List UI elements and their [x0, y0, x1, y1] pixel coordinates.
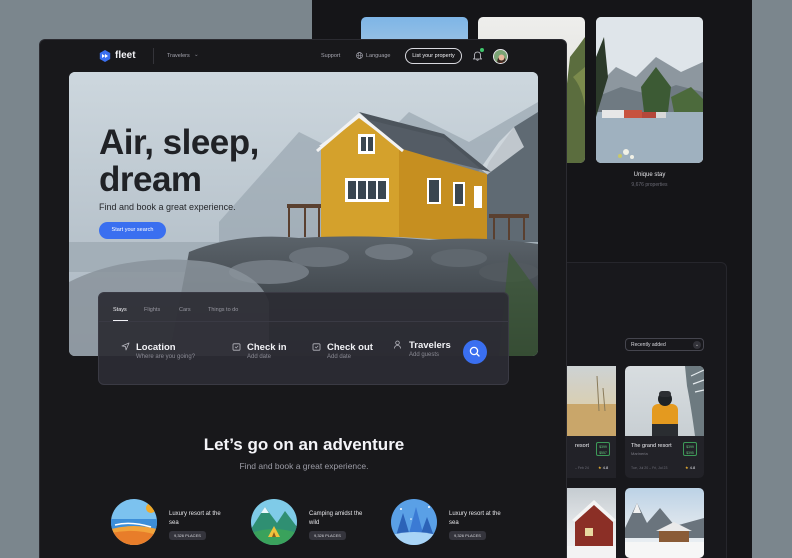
rating-value: 4.8	[689, 465, 696, 470]
check-out-label: Check out	[327, 342, 373, 353]
main-window: fleet Travelers ⌄ Support Language List …	[39, 39, 567, 558]
language-selector[interactable]: Language	[366, 53, 390, 59]
brand-name[interactable]: fleet	[115, 50, 136, 61]
places-count-badge: 9,326 PLACES	[309, 531, 346, 540]
category-name: Luxury resort at the sea	[169, 511, 221, 526]
search-button[interactable]	[463, 340, 487, 364]
user-photo	[494, 50, 507, 63]
category-image-sea-resort[interactable]	[111, 499, 157, 545]
listing-rating: ★ 4.8	[685, 465, 695, 470]
rating-value: 4.8	[602, 465, 609, 470]
active-tab-indicator	[113, 320, 128, 321]
tab-flights[interactable]: Flights	[144, 307, 160, 313]
calendar-icon	[312, 343, 321, 351]
listing-image[interactable]	[625, 366, 704, 436]
listing-title: resort	[575, 443, 590, 449]
tabs-divider	[99, 321, 508, 322]
sort-dropdown[interactable]: Recently added ⌄	[625, 338, 704, 351]
mountain-lodge-image	[625, 503, 704, 558]
category-name: Camping amidst the wild	[309, 511, 363, 526]
start-search-button[interactable]: Start your search	[99, 222, 166, 239]
location-placeholder: Where are you going?	[136, 354, 196, 360]
adventure-subtitle: Find and book a great experience.	[239, 461, 369, 471]
lake-houses-image	[596, 17, 703, 163]
travelers-placeholder: Add guests	[409, 352, 440, 358]
location-label: Location	[136, 342, 176, 353]
search-panel: Stays Flights Cars Things to do Location…	[98, 292, 509, 385]
search-icon	[469, 346, 480, 357]
hero-subtitle: Find and book a great experience.	[99, 202, 236, 212]
travelers-menu[interactable]: Travelers	[167, 53, 190, 59]
unique-stay-count: 9,676 properties	[631, 182, 668, 188]
avatar[interactable]	[493, 49, 508, 64]
sort-label: Recently added	[631, 342, 666, 348]
bell-icon[interactable]	[473, 51, 482, 61]
beach-sunset-illustration	[111, 499, 157, 545]
unique-stay-title: Unique stay	[633, 172, 666, 178]
globe-icon[interactable]	[356, 52, 363, 59]
listing-image[interactable]	[625, 488, 704, 558]
check-out-placeholder: Add date	[327, 354, 352, 360]
hero-title: Air, sleep, dream	[99, 123, 259, 199]
listing-card[interactable]: The grand resort Marineria $399 $395 Tue…	[625, 436, 704, 478]
support-link[interactable]: Support	[321, 53, 340, 59]
check-in-label: Check in	[247, 342, 287, 353]
unique-stay-image[interactable]	[596, 17, 703, 163]
listing-location: Marineria	[631, 451, 648, 456]
divider	[153, 48, 154, 64]
camping-illustration	[251, 499, 297, 545]
price-new: $557	[599, 451, 607, 455]
location-arrow-icon	[121, 342, 130, 351]
star-icon: ★	[598, 465, 602, 470]
price-new: $395	[686, 451, 694, 455]
winter-forest-illustration	[391, 499, 437, 545]
adventure-title: Let’s go on an adventure	[203, 435, 405, 454]
list-property-button[interactable]: List your property	[405, 48, 462, 64]
listing-title: The grand resort	[631, 443, 672, 449]
category-name: Luxury resort at the sea	[449, 511, 501, 526]
travelers-label: Travelers	[409, 340, 451, 351]
hiker-image	[652, 366, 704, 436]
category-image-camping[interactable]	[251, 499, 297, 545]
listing-dates: Tue, Jul 20 – Fri, Jul 23	[631, 466, 668, 470]
star-icon: ★	[685, 465, 689, 470]
fleet-logo-icon	[99, 50, 111, 62]
listing-dates: – Feb 24	[575, 466, 589, 470]
price-badge: $399 $395	[683, 442, 697, 456]
tab-cars[interactable]: Cars	[179, 307, 191, 313]
chevron-down-icon[interactable]: ⌄	[194, 52, 199, 58]
listing-rating: ★ 4.8	[598, 465, 608, 470]
calendar-icon	[232, 343, 241, 351]
top-navigation: fleet Travelers ⌄ Support Language List …	[40, 40, 566, 72]
notification-dot	[480, 48, 484, 52]
places-count-badge: 9,326 PLACES	[449, 531, 486, 540]
places-count-badge: 9,326 PLACES	[169, 531, 206, 540]
chevron-down-icon: ⌄	[693, 341, 701, 349]
category-image-sea-resort[interactable]	[391, 499, 437, 545]
tab-things-to-do[interactable]: Things to do	[208, 307, 238, 313]
user-icon	[394, 340, 401, 349]
tab-stays[interactable]: Stays	[113, 307, 127, 313]
price-badge: $399 $557	[596, 442, 610, 456]
check-in-placeholder: Add date	[247, 354, 272, 360]
